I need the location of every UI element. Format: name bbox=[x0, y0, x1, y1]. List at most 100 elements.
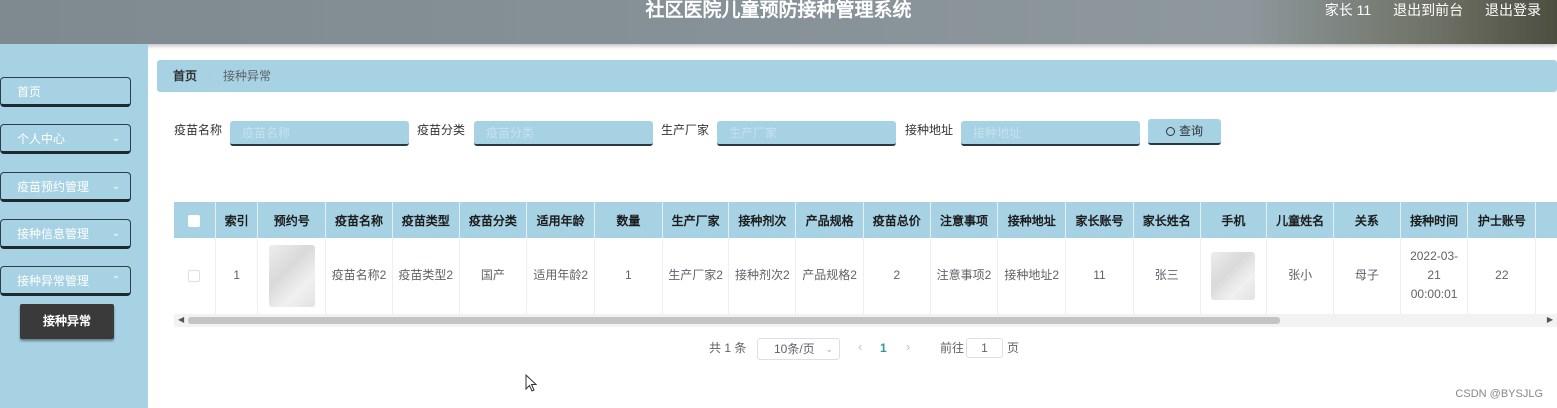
cell-dose: 接种剂次2 bbox=[728, 238, 797, 315]
watermark: CSDN @BYSJLG bbox=[1455, 388, 1543, 400]
cell-parent-account: 11 bbox=[1065, 238, 1134, 315]
vaccine-name-label: 疫苗名称 bbox=[174, 123, 223, 137]
sidebar-item-label: 首页 bbox=[17, 85, 42, 99]
sidebar-item-label: 接种信息管理 bbox=[17, 227, 90, 241]
column-header: 儿童姓名 bbox=[1266, 202, 1335, 238]
row-select-cell[interactable] bbox=[174, 238, 216, 315]
row-checkbox[interactable] bbox=[188, 270, 201, 283]
column-header: 适用年龄 bbox=[526, 202, 596, 238]
sidebar-item-vaccination-info[interactable]: 接种信息管理 ⌄ bbox=[0, 219, 131, 249]
breadcrumb-home[interactable]: 首页 bbox=[173, 69, 197, 83]
column-header: 疫苗名称 bbox=[325, 202, 393, 238]
address-input[interactable] bbox=[961, 121, 1140, 146]
column-header: 护士账号 bbox=[1467, 202, 1537, 238]
next-page-icon[interactable]: › bbox=[906, 337, 910, 357]
column-header: 关系 bbox=[1333, 202, 1401, 238]
column-header: 接种剂次 bbox=[728, 202, 797, 238]
horizontal-scrollbar[interactable]: ◀ ▶ bbox=[174, 314, 1557, 327]
sidebar: 首页 个人中心 ⌄ 疫苗预约管理 ⌄ 接种信息管理 ⌄ 接种异常管理 ⌃ 接种异… bbox=[0, 44, 148, 408]
scroll-left-icon[interactable]: ◀ bbox=[178, 315, 184, 324]
select-all-header[interactable] bbox=[174, 202, 216, 238]
top-header: 社区医院儿童预防接种管理系统 家长 11 退出到前台 退出登录 bbox=[0, 0, 1557, 44]
chevron-up-icon: ⌃ bbox=[111, 275, 120, 286]
goto-page-input[interactable]: 1 bbox=[966, 338, 1003, 358]
sidebar-item-label: 接种异常管理 bbox=[17, 274, 90, 288]
search-icon bbox=[1165, 127, 1175, 136]
cell-child-name: 张小 bbox=[1266, 238, 1335, 315]
cell-maker: 生产厂家2 bbox=[662, 238, 730, 315]
app-root: 社区医院儿童预防接种管理系统 家长 11 退出到前台 退出登录 首页 个人中心 … bbox=[0, 0, 1557, 408]
blurred-image bbox=[1211, 251, 1256, 300]
header-links: 家长 11 退出到前台 退出登录 bbox=[1307, 0, 1541, 20]
column-header: 生产厂家 bbox=[662, 202, 730, 238]
column-header: 疫苗总价 bbox=[863, 202, 931, 238]
cell-age: 适用年龄2 bbox=[526, 238, 596, 315]
sidebar-item-personal-center[interactable]: 个人中心 ⌄ bbox=[0, 124, 131, 154]
maker-label: 生产厂家 bbox=[661, 123, 710, 137]
column-header: 护士 bbox=[1535, 202, 1557, 238]
mouse-cursor-icon bbox=[525, 374, 537, 392]
scrollbar-thumb[interactable] bbox=[188, 317, 1280, 324]
chevron-down-icon: ⌄ bbox=[111, 133, 120, 144]
cell-phone bbox=[1200, 238, 1268, 315]
column-header: 索引 bbox=[215, 202, 259, 238]
cell-relation: 母子 bbox=[1333, 238, 1401, 315]
sidebar-item-vaccination-exception[interactable]: 接种异常管理 ⌃ bbox=[0, 266, 131, 296]
data-table: 索引 预约号 疫苗名称 疫苗类型 疫苗分类 适用年龄 数量 生产厂家 接种剂次 … bbox=[174, 202, 1557, 315]
cell-vaccine-name: 疫苗名称2 bbox=[325, 238, 393, 315]
sidebar-item-vaccine-appointment[interactable]: 疫苗预约管理 ⌄ bbox=[0, 172, 131, 202]
select-all-checkbox[interactable] bbox=[188, 214, 201, 227]
sidebar-item-label: 个人中心 bbox=[17, 132, 66, 146]
breadcrumb-separator: / bbox=[208, 69, 212, 83]
cell-address: 接种地址2 bbox=[997, 238, 1067, 315]
column-header: 产品规格 bbox=[795, 202, 864, 238]
page-size-select[interactable]: 10条/页 ⌄ bbox=[757, 338, 840, 360]
page-size-value: 10条/页 bbox=[774, 342, 815, 356]
scroll-right-icon[interactable]: ▶ bbox=[1547, 315, 1553, 324]
column-header: 疫苗分类 bbox=[459, 202, 528, 238]
prev-page-icon[interactable]: ‹ bbox=[858, 337, 862, 357]
vaccine-class-input[interactable] bbox=[474, 121, 653, 146]
chevron-down-icon: ⌄ bbox=[111, 181, 120, 192]
column-header: 预约号 bbox=[257, 202, 327, 238]
page-number-current[interactable]: 1 bbox=[880, 337, 887, 359]
vaccine-name-input[interactable] bbox=[230, 121, 409, 146]
search-button[interactable]: 查询 bbox=[1148, 119, 1221, 145]
back-to-front-link[interactable]: 退出到前台 bbox=[1393, 2, 1463, 18]
cell-parent-name: 张三 bbox=[1133, 238, 1201, 315]
current-user[interactable]: 家长 11 bbox=[1325, 2, 1371, 18]
address-label: 接种地址 bbox=[905, 123, 954, 137]
column-header: 家长姓名 bbox=[1133, 202, 1201, 238]
column-header: 疫苗类型 bbox=[392, 202, 460, 238]
column-header: 接种地址 bbox=[997, 202, 1067, 238]
column-header: 数量 bbox=[594, 202, 663, 238]
blurred-image bbox=[268, 244, 315, 307]
cell-nurse-account: 22 bbox=[1467, 238, 1537, 315]
table-row[interactable]: 1 疫苗名称2 疫苗类型2 国产 适用年龄2 1 生产厂家2 接种剂次2 产品规… bbox=[174, 238, 1557, 315]
sidebar-item-home[interactable]: 首页 bbox=[0, 77, 131, 107]
goto-prefix: 前往 bbox=[940, 341, 965, 355]
chevron-down-icon: ⌄ bbox=[111, 228, 120, 239]
cell-quantity: 1 bbox=[594, 238, 663, 315]
pagination-total: 共 1 条 bbox=[709, 341, 747, 355]
goto-suffix: 页 bbox=[1007, 341, 1020, 355]
breadcrumb: 首页 / 接种异常 bbox=[157, 60, 1557, 92]
maker-input[interactable] bbox=[717, 121, 896, 146]
column-header: 家长账号 bbox=[1065, 202, 1134, 238]
chevron-down-icon: ⌄ bbox=[825, 344, 833, 354]
column-header: 注意事项 bbox=[930, 202, 999, 238]
cell-total-price: 2 bbox=[863, 238, 931, 315]
cell-vaccine-class: 国产 bbox=[459, 238, 528, 315]
breadcrumb-current: 接种异常 bbox=[223, 69, 272, 83]
cell-index: 1 bbox=[215, 238, 259, 315]
cell-appointment-no bbox=[257, 238, 327, 315]
cell-vaccine-type: 疫苗类型2 bbox=[392, 238, 460, 315]
logout-link[interactable]: 退出登录 bbox=[1485, 2, 1541, 18]
cell-spec: 产品规格2 bbox=[795, 238, 864, 315]
search-button-label: 查询 bbox=[1178, 124, 1203, 138]
column-header: 手机 bbox=[1200, 202, 1268, 238]
cell-vaccination-time: 2022-03-21 00:00:01 bbox=[1400, 238, 1469, 315]
submenu-item-vaccination-exception[interactable]: 接种异常 bbox=[20, 304, 114, 339]
table-header-row: 索引 预约号 疫苗名称 疫苗类型 疫苗分类 适用年龄 数量 生产厂家 接种剂次 … bbox=[174, 202, 1557, 238]
cell-nurse-name: 王 bbox=[1535, 238, 1557, 315]
